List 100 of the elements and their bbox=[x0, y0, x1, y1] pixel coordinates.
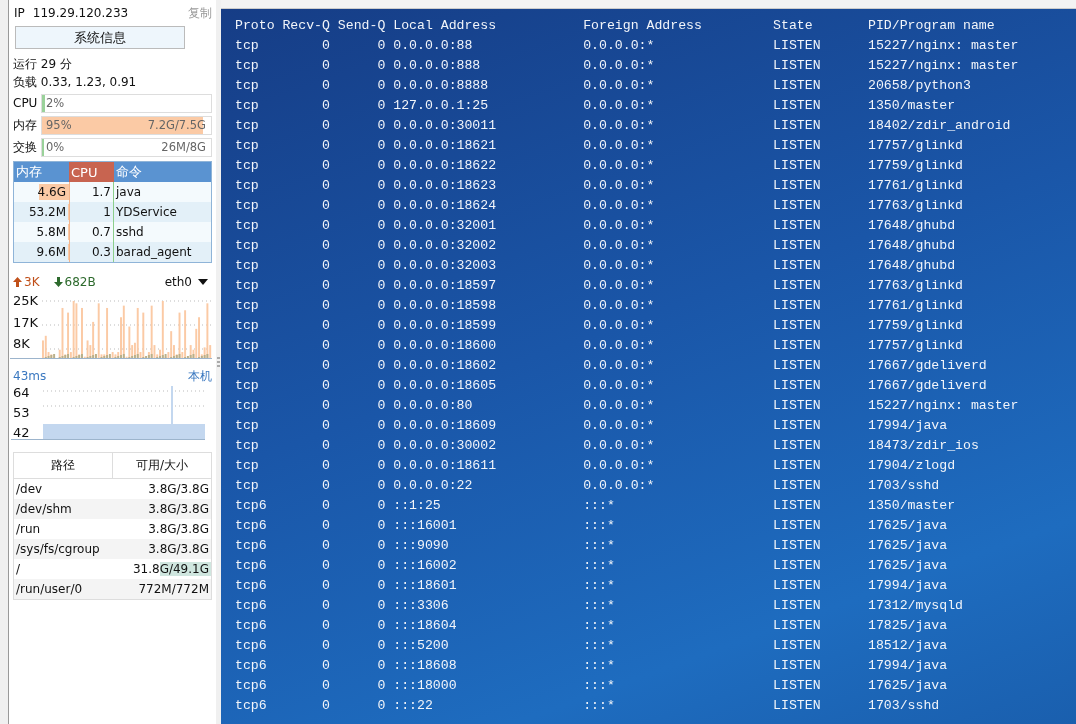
terminal-text: 0.0.0.0:18611 bbox=[392, 457, 497, 475]
terminal-text: 17625/java bbox=[868, 537, 948, 555]
terminal-text: 0.0.0.0:18598 bbox=[392, 297, 497, 315]
terminal-text: Proto bbox=[235, 17, 275, 35]
terminal-text: State bbox=[773, 17, 813, 35]
terminal-text: 0 bbox=[377, 197, 386, 215]
terminal-text: 0.0.0.0:18609 bbox=[392, 417, 497, 435]
terminal-text: 0.0.0.0:30011 bbox=[392, 117, 497, 135]
system-info-button[interactable]: 系统信息 bbox=[15, 26, 185, 49]
terminal-text: 0 bbox=[377, 677, 386, 695]
terminal-text: 17312/mysqld bbox=[868, 597, 963, 615]
terminal-text: 0 bbox=[377, 297, 386, 315]
terminal-text: tcp bbox=[235, 297, 259, 315]
terminal-text: tcp6 bbox=[235, 597, 267, 615]
terminal-text: 0 bbox=[377, 137, 386, 155]
terminal-text: LISTEN bbox=[773, 337, 821, 355]
terminal-text: LISTEN bbox=[773, 397, 821, 415]
terminal-text: tcp bbox=[235, 257, 259, 275]
terminal-text: 1703/sshd bbox=[868, 697, 940, 715]
terminal-text: 20658/python3 bbox=[868, 77, 971, 95]
terminal-text: tcp bbox=[235, 277, 259, 295]
terminal-text: 0 bbox=[322, 237, 330, 255]
terminal-text: 17625/java bbox=[868, 677, 948, 695]
terminal-text: LISTEN bbox=[773, 477, 821, 495]
terminal-text: 0 bbox=[377, 637, 386, 655]
terminal-text: 0.0.0.0:* bbox=[583, 137, 655, 155]
terminal-text: 0 bbox=[377, 177, 386, 195]
terminal-text: 0 bbox=[322, 577, 330, 595]
column-header[interactable]: CPU bbox=[69, 162, 114, 182]
terminal-text: 0.0.0.0:* bbox=[583, 57, 655, 75]
column-header[interactable]: 可用/大小 bbox=[112, 453, 211, 478]
terminal-text: 0.0.0.0:* bbox=[583, 97, 655, 115]
terminal-text: 0.0.0.0:* bbox=[583, 297, 655, 315]
terminal-text: 18473/zdir_ios bbox=[868, 437, 979, 455]
terminal-text: 0.0.0.0:18621 bbox=[392, 137, 497, 155]
terminal-text: :::16001 bbox=[392, 517, 457, 535]
terminal-text: 0 bbox=[377, 457, 386, 475]
terminal-text: 1350/master bbox=[868, 97, 956, 115]
terminal-text: :::* bbox=[583, 657, 615, 675]
terminal-text: 0 bbox=[322, 117, 330, 135]
terminal-text: 17761/glinkd bbox=[868, 297, 963, 315]
terminal-text: tcp bbox=[235, 77, 259, 95]
caret-icon bbox=[198, 279, 208, 285]
table-cell-text: YDService bbox=[115, 204, 178, 221]
terminal-text: tcp bbox=[235, 477, 259, 495]
terminal-text: tcp6 bbox=[235, 557, 267, 575]
terminal-text: :::3306 bbox=[392, 597, 449, 615]
axis-label: 25K bbox=[13, 293, 40, 308]
terminal-text: tcp bbox=[235, 417, 259, 435]
terminal-text: 0 bbox=[322, 637, 330, 655]
axis-label: 8K bbox=[13, 336, 31, 351]
terminal-text: 0 bbox=[322, 597, 330, 615]
terminal-text: 17757/glinkd bbox=[868, 137, 963, 155]
terminal-text: 0 bbox=[322, 197, 330, 215]
terminal-text: LISTEN bbox=[773, 57, 821, 75]
terminal-text: 0.0.0.0:18623 bbox=[392, 177, 497, 195]
terminal-text: ::1:25 bbox=[392, 497, 441, 515]
meter-label: CPU bbox=[13, 96, 39, 110]
terminal-text: LISTEN bbox=[773, 137, 821, 155]
terminal-text: 0 bbox=[322, 77, 330, 95]
terminal-text: 0.0.0.0:* bbox=[583, 237, 655, 255]
terminal-text: 0.0.0.0:18622 bbox=[392, 157, 497, 175]
terminal-text: PID/Program name bbox=[868, 17, 995, 35]
terminal-text: tcp bbox=[235, 237, 259, 255]
terminal-text: :::* bbox=[583, 537, 615, 555]
terminal-text: 0 bbox=[377, 237, 386, 255]
table-cell-text: java bbox=[114, 184, 143, 201]
axis-label: 42 bbox=[13, 425, 31, 440]
terminal-text: 0 bbox=[322, 357, 330, 375]
terminal-text: :::9090 bbox=[392, 537, 449, 555]
terminal-text: 0.0.0.0:* bbox=[583, 457, 655, 475]
terminal-text: 17757/glinkd bbox=[868, 337, 963, 355]
terminal-text: 0.0.0.0:* bbox=[583, 437, 655, 455]
load-text: 负载 0.33, 1.23, 0.91 bbox=[13, 74, 138, 91]
terminal-text: LISTEN bbox=[773, 617, 821, 635]
terminal-text: 127.0.0.1:25 bbox=[392, 97, 489, 115]
table-cell-text: 772M/772M bbox=[138, 582, 210, 596]
terminal-text: 0.0.0.0:18597 bbox=[392, 277, 497, 295]
terminal-text: 0 bbox=[377, 557, 386, 575]
terminal-text: :::22 bbox=[392, 697, 433, 715]
terminal-text: 0 bbox=[322, 617, 330, 635]
terminal-text: 0 bbox=[377, 377, 386, 395]
terminal-text: tcp bbox=[235, 337, 259, 355]
terminal-text: 17759/glinkd bbox=[868, 157, 963, 175]
terminal-text: 0 bbox=[322, 37, 330, 55]
terminal-text: LISTEN bbox=[773, 197, 821, 215]
terminal-text: 0.0.0.0:* bbox=[583, 337, 655, 355]
terminal-text: 0.0.0.0:* bbox=[583, 117, 655, 135]
terminal-text: 0.0.0.0:* bbox=[583, 477, 655, 495]
column-header[interactable]: 路径 bbox=[14, 453, 112, 478]
interface-selector[interactable]: eth0 bbox=[164, 275, 192, 289]
terminal-text: tcp bbox=[235, 217, 259, 235]
terminal-text: :::5200 bbox=[392, 637, 449, 655]
terminal-text: LISTEN bbox=[773, 77, 821, 95]
terminal-text: 0.0.0.0:18602 bbox=[392, 357, 497, 375]
terminal-text: 0 bbox=[377, 57, 386, 75]
terminal-text: 0 bbox=[377, 257, 386, 275]
terminal-text: 0.0.0.0:32001 bbox=[392, 217, 497, 235]
terminal-text: 0.0.0.0:* bbox=[583, 197, 655, 215]
terminal-text: 0 bbox=[377, 437, 386, 455]
